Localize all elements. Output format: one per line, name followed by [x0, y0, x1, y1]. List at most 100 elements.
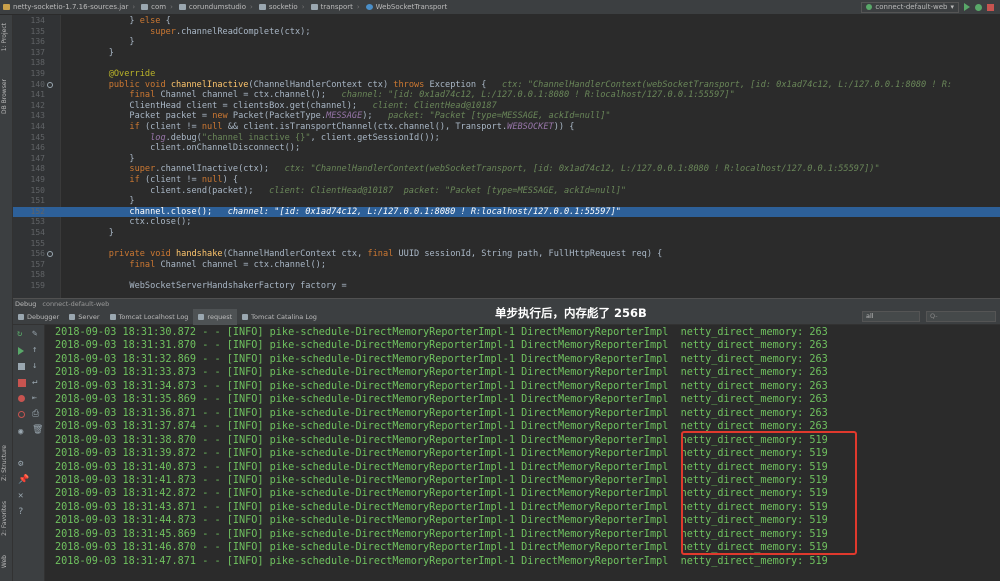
breakpoints-icon[interactable] — [18, 395, 25, 402]
settings-icon[interactable]: ⚙ — [18, 459, 26, 469]
line-number[interactable]: 151 — [17, 196, 45, 207]
line-number[interactable]: 138 — [17, 58, 45, 69]
code-line: 135 super.channelReadComplete(ctx); — [13, 27, 1000, 38]
breadcrumb-item[interactable]: transport › — [308, 3, 363, 11]
line-number[interactable]: 152 — [17, 207, 45, 218]
mute-breakpoints-icon[interactable] — [18, 411, 25, 418]
override-marker-icon[interactable] — [47, 251, 53, 258]
line-number[interactable]: 148 — [17, 164, 45, 175]
run-icon[interactable] — [964, 3, 970, 11]
code-text: ClientHead client = clientsBox.get(chann… — [88, 100, 497, 111]
log-icon — [198, 313, 205, 320]
line-number[interactable]: 150 — [17, 186, 45, 197]
pencil-icon[interactable]: ✎ — [32, 329, 40, 339]
resume-icon[interactable] — [18, 347, 26, 355]
code-editor[interactable]: 134 } else {135 super.channelReadComplet… — [13, 15, 1000, 298]
line-number[interactable]: 153 — [17, 217, 45, 228]
scroll-end-icon[interactable]: ⇤ — [32, 393, 40, 402]
code-text: } — [88, 47, 114, 58]
line-number[interactable]: 145 — [17, 133, 45, 144]
code-line: 154 } — [13, 228, 1000, 239]
override-marker-icon[interactable] — [47, 81, 53, 88]
code-line: 153 ctx.close(); — [13, 217, 1000, 228]
run-config-select[interactable]: connect-default-web ▾ — [861, 1, 959, 13]
tab-server[interactable]: Server — [64, 309, 104, 325]
current-execution-line: 152 channel.close(); channel: "[id: 0x1a… — [13, 206, 1000, 218]
tab-db-browser[interactable]: DB Browser — [1, 79, 8, 114]
line-number[interactable]: 147 — [17, 154, 45, 165]
line-number[interactable]: 140 — [17, 80, 45, 91]
stop-icon[interactable] — [18, 379, 26, 387]
line-number[interactable]: 141 — [17, 90, 45, 101]
line-number[interactable]: 155 — [17, 239, 45, 250]
rerun-icon[interactable]: ↻ — [17, 329, 25, 339]
line-number[interactable]: 154 — [17, 228, 45, 239]
line-number[interactable]: 144 — [17, 122, 45, 133]
tab-tomcat-localhost-log[interactable]: Tomcat Localhost Log — [105, 309, 194, 325]
code-line: 144 if (client != null && client.isTrans… — [13, 122, 1000, 133]
chevron-down-icon: ▾ — [950, 3, 954, 11]
code-line: 142 ClientHead client = clientsBox.get(c… — [13, 101, 1000, 112]
debugger-icon — [18, 313, 24, 320]
log-level-select[interactable]: all — [862, 311, 920, 322]
line-number[interactable]: 139 — [17, 69, 45, 80]
breadcrumb-label: socketio — [268, 3, 298, 11]
breadcrumb-item[interactable]: corundumstudio › — [176, 3, 256, 11]
breadcrumb-label: netty-socketio-1.7.16-sources.jar — [13, 3, 129, 11]
code-text: client.send(packet); client: ClientHead@… — [88, 185, 627, 196]
code-line: 139 @Override — [13, 69, 1000, 80]
log-icon — [242, 313, 249, 320]
breadcrumb-item[interactable]: socketio › — [256, 3, 308, 11]
camera-icon[interactable]: ◉ — [18, 427, 26, 437]
tab-favorites[interactable]: 2: Favorites — [1, 501, 8, 536]
code-text: private void handshake(ChannelHandlerCon… — [108, 249, 663, 260]
line-number[interactable]: 149 — [17, 175, 45, 186]
breadcrumb-label: corundumstudio — [188, 3, 246, 11]
arrow-up-icon[interactable]: ↑ — [32, 345, 40, 355]
line-number[interactable]: 156 — [17, 249, 45, 260]
close-icon[interactable]: ✕ — [18, 491, 26, 501]
pin-icon[interactable]: 📌 — [18, 475, 29, 485]
line-number[interactable]: 159 — [17, 281, 45, 292]
arrow-down-icon[interactable]: ↓ — [32, 361, 40, 371]
wrap-icon[interactable]: ↵ — [32, 377, 40, 387]
line-number[interactable]: 134 — [17, 16, 45, 27]
annotation-caption: 单步执行后，内存彪了 256B — [495, 306, 647, 320]
tab-structure[interactable]: Z: Structure — [1, 445, 8, 481]
tab-tomcat-catalina-log[interactable]: Tomcat Catalina Log — [237, 309, 322, 325]
log-search-input[interactable]: Q- — [926, 311, 996, 322]
highlight-box — [681, 431, 857, 555]
log-line: 2018-09-03 18:31:32.869 - - [INFO] pike-… — [55, 353, 828, 365]
line-number[interactable]: 135 — [17, 27, 45, 38]
breadcrumb-item[interactable]: netty-socketio-1.7.16-sources.jar › — [0, 3, 138, 11]
line-number[interactable]: 158 — [17, 270, 45, 281]
tab-request[interactable]: request — [193, 308, 238, 325]
tab-project[interactable]: 1: Project — [1, 23, 8, 51]
tab-debugger[interactable]: Debugger — [13, 309, 64, 325]
tab-label: Tomcat Localhost Log — [118, 312, 189, 321]
run-config-icon — [866, 4, 873, 10]
code-text: super.channelReadComplete(ctx); — [150, 26, 311, 37]
line-number[interactable]: 146 — [17, 143, 45, 154]
breadcrumb-item[interactable]: WebSocketTransport — [363, 3, 451, 11]
help-icon[interactable]: ? — [18, 507, 26, 517]
log-line: 2018-09-03 18:31:34.873 - - [INFO] pike-… — [55, 380, 828, 392]
trash-icon[interactable]: 🗑 — [32, 425, 43, 435]
line-number[interactable]: 142 — [17, 101, 45, 112]
stop-icon[interactable] — [987, 3, 994, 11]
line-number[interactable]: 137 — [17, 48, 45, 59]
log-icon — [109, 313, 116, 320]
tab-label: request — [207, 312, 233, 321]
print-icon[interactable]: ⎙ — [32, 409, 40, 419]
package-icon — [178, 4, 186, 10]
debug-icon[interactable] — [975, 3, 982, 11]
line-number[interactable]: 143 — [17, 111, 45, 122]
line-number[interactable]: 136 — [17, 37, 45, 48]
code-line: 141 final Channel channel = ctx.channel(… — [13, 90, 1000, 101]
line-number[interactable]: 157 — [17, 260, 45, 271]
pause-icon[interactable] — [18, 363, 25, 370]
tab-web[interactable]: Web — [1, 555, 8, 568]
code-line: 146 client.onChannelDisconnect(); — [13, 143, 1000, 154]
breadcrumb-item[interactable]: com › — [138, 3, 176, 11]
tab-label: Debugger — [27, 312, 60, 321]
